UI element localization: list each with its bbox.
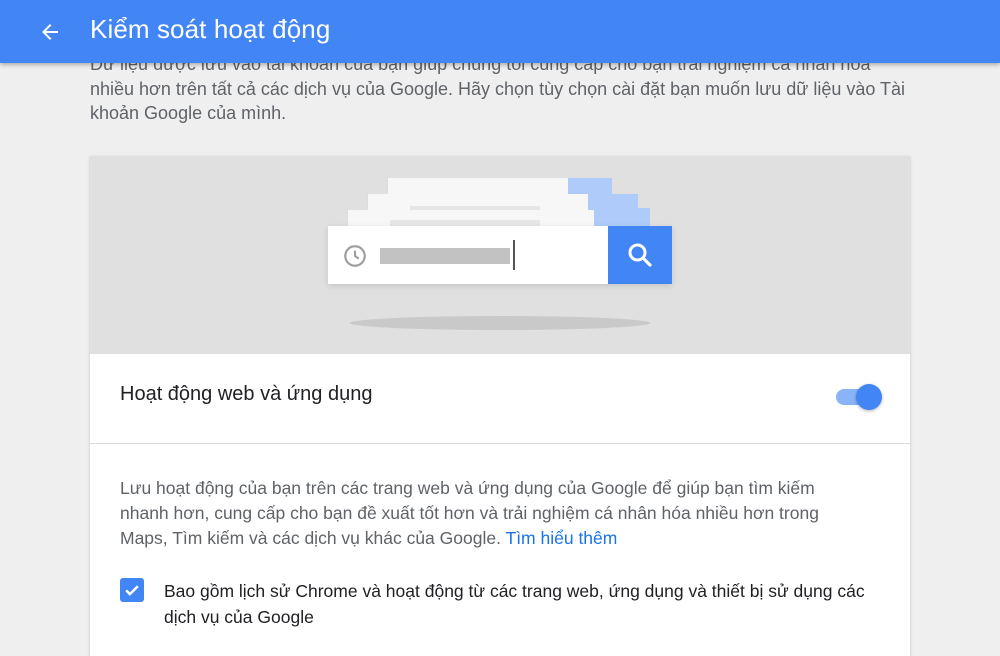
web-app-activity-label: Hoạt động web và ứng dụng — [120, 383, 373, 405]
illustration-shadow — [350, 316, 650, 330]
search-placeholder-bar — [380, 248, 510, 264]
web-app-activity-toggle[interactable] — [836, 383, 882, 411]
page-title: Kiểm soát hoạt động — [90, 14, 331, 44]
activity-card: Hoạt động web và ứng dụng Lưu hoạt động … — [90, 156, 910, 656]
intro-text: Dữ liệu được lưu vào tài khoản của bạn g… — [90, 54, 906, 123]
illustration-search-box — [328, 226, 672, 284]
search-icon — [628, 243, 652, 267]
learn-more-link[interactable]: Tìm hiểu thêm — [506, 528, 618, 548]
activity-description: Lưu hoạt động của bạn trên các trang web… — [120, 476, 840, 551]
chrome-history-label[interactable]: Bao gồm lịch sử Chrome và hoạt động từ c… — [164, 578, 884, 630]
text-caret — [513, 240, 515, 270]
history-clock-icon — [344, 245, 366, 267]
description-text: Lưu hoạt động của bạn trên các trang web… — [120, 478, 819, 548]
search-illustration — [90, 156, 910, 354]
back-button[interactable] — [30, 12, 70, 52]
web-app-activity-row[interactable]: Hoạt động web và ứng dụng — [90, 354, 910, 444]
toggle-thumb — [856, 384, 882, 410]
arrow-back-icon — [42, 24, 58, 40]
illustration-search-button — [608, 226, 672, 284]
app-bar: Kiểm soát hoạt động — [0, 0, 1000, 63]
chrome-history-checkbox[interactable] — [120, 578, 144, 602]
check-icon — [125, 585, 139, 596]
